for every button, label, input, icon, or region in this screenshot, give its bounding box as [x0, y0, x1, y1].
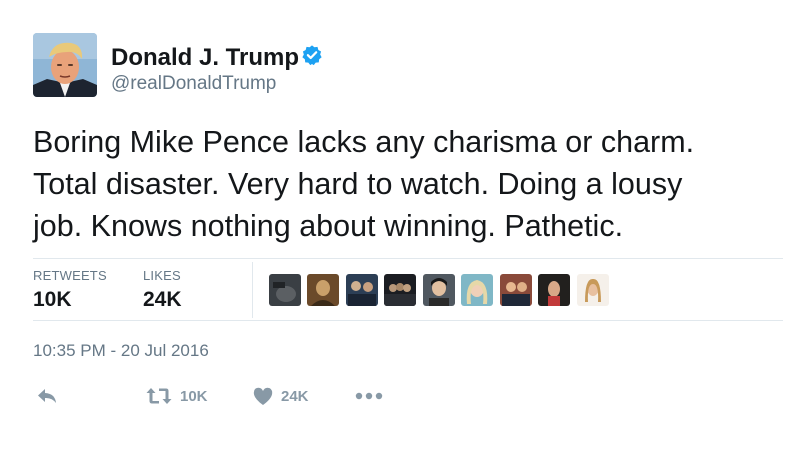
stats-divider-bottom — [33, 320, 783, 321]
user-name[interactable]: Donald J. Trump — [111, 44, 299, 72]
reply-icon — [38, 389, 56, 403]
like-count: 24K — [281, 387, 309, 405]
tweet-card: Donald J. Trump @realDonaldTrump Boring … — [0, 0, 800, 450]
verified-badge-icon — [302, 45, 322, 66]
more-button[interactable] — [355, 384, 383, 408]
like-button[interactable]: 24K — [253, 384, 309, 408]
liker-avatar[interactable] — [423, 274, 455, 306]
stats-divider-top — [33, 258, 783, 259]
retweet-count: 10K — [180, 387, 208, 405]
tweet-timestamp[interactable]: 10:35 PM - 20 Jul 2016 — [33, 341, 209, 361]
tweet-text-line: Total disaster. Very hard to watch. Doin… — [33, 167, 683, 201]
user-handle[interactable]: @realDonaldTrump — [111, 73, 276, 95]
reply-button[interactable] — [36, 384, 58, 408]
retweets-count[interactable]: 10K — [33, 288, 72, 312]
tweet-text: Boring Mike Pence lacks any charisma or … — [33, 121, 783, 247]
liker-avatar[interactable] — [307, 274, 339, 306]
retweets-label[interactable]: RETWEETS — [33, 268, 107, 283]
liker-avatar[interactable] — [538, 274, 570, 306]
likes-label[interactable]: LIKES — [143, 268, 181, 283]
liker-avatar[interactable] — [384, 274, 416, 306]
liker-avatar[interactable] — [461, 274, 493, 306]
stats-vertical-divider — [252, 262, 253, 318]
tweet-text-line: job. Knows nothing about winning. Pathet… — [33, 209, 624, 243]
liker-avatar[interactable] — [346, 274, 378, 306]
tweet-text-line: Boring Mike Pence lacks any charisma or … — [33, 125, 695, 159]
heart-icon — [253, 387, 273, 405]
retweet-button[interactable]: 10K — [146, 384, 208, 408]
user-avatar[interactable] — [33, 33, 97, 97]
liker-avatar[interactable] — [500, 274, 532, 306]
more-dots-icon — [355, 392, 383, 400]
likes-count[interactable]: 24K — [143, 288, 182, 312]
retweet-icon — [146, 388, 172, 404]
liker-avatar[interactable] — [269, 274, 301, 306]
liker-avatar[interactable] — [577, 274, 609, 306]
